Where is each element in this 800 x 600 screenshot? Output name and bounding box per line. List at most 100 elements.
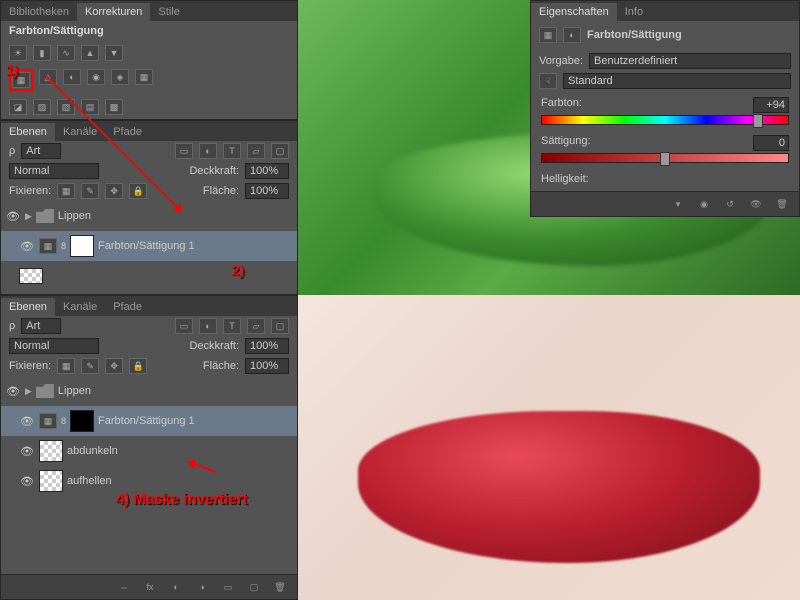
link-icon[interactable]: 8 (61, 241, 66, 251)
threshold-icon[interactable]: ▧ (57, 99, 75, 115)
link-icon-b[interactable]: 8 (61, 416, 66, 426)
visibility-toggle-b3[interactable]: 👁 (19, 445, 35, 458)
opacity-value[interactable]: 100% (245, 163, 289, 179)
filter-smart-icon[interactable]: ▢ (271, 143, 289, 159)
vibrance-icon[interactable]: ▼ (105, 45, 123, 61)
layer-abdunkeln[interactable]: 👁 abdunkeln (1, 436, 297, 466)
visibility-toggle-b2[interactable]: 👁 (19, 415, 35, 428)
brightness-icon[interactable]: ☀ (9, 45, 27, 61)
filter-adj-icon[interactable]: ◐ (199, 143, 217, 159)
hue-value[interactable]: +94 (753, 97, 789, 113)
visibility-icon[interactable]: 👁 (747, 196, 765, 212)
group-expand-icon[interactable]: ▶ (25, 211, 32, 222)
fill-value-b[interactable]: 100% (245, 358, 289, 374)
trash-icon-b[interactable]: 🗑 (271, 579, 289, 595)
layer-hue-sat[interactable]: 👁 ▦ 8 Farbton/Sättigung 1 (1, 231, 297, 261)
bw-icon[interactable]: ◐ (63, 69, 81, 85)
layer-name-b: Lippen (58, 385, 91, 397)
hue-label: Farbton: (541, 97, 582, 113)
layer-hue-sat-b[interactable]: 👁 ▦ 8 Farbton/Sättigung 1 (1, 406, 297, 436)
reset-icon[interactable]: ↺ (721, 196, 739, 212)
tab-bibliotheken[interactable]: Bibliotheken (1, 3, 77, 21)
lock-paint-icon[interactable]: ✎ (81, 183, 99, 199)
tab-korrekturen[interactable]: Korrekturen (77, 3, 150, 21)
fill-value[interactable]: 100% (245, 183, 289, 199)
clip-icon[interactable]: ▾ (669, 196, 687, 212)
lock-trans-icon[interactable]: ▦ (57, 183, 75, 199)
saturation-handle[interactable] (660, 152, 670, 166)
layer-extra[interactable] (1, 261, 297, 291)
opacity-value-b[interactable]: 100% (245, 338, 289, 354)
visibility-toggle-b4[interactable]: 👁 (19, 475, 35, 488)
layers-tabs-top: Ebenen Kanäle Pfade (1, 121, 297, 141)
filter-img-icon-b[interactable]: ▭ (175, 318, 193, 334)
tab-pfade[interactable]: Pfade (105, 123, 150, 141)
selective-color-icon[interactable]: ▩ (105, 99, 123, 115)
tab-kanaele-b[interactable]: Kanäle (55, 298, 105, 316)
levels-icon[interactable]: ▮ (33, 45, 51, 61)
layer-group-lippen[interactable]: 👁 ▶ Lippen (1, 201, 297, 231)
invert-icon[interactable]: ◪ (9, 99, 27, 115)
mask-add-icon[interactable]: ◐ (167, 579, 185, 595)
tab-kanaele[interactable]: Kanäle (55, 123, 105, 141)
tab-info[interactable]: Info (617, 3, 651, 21)
range-select[interactable]: Standard (563, 73, 791, 89)
lock-pos-icon[interactable]: ✥ (105, 183, 123, 199)
hue-slider[interactable] (541, 115, 789, 125)
posterize-icon[interactable]: ▨ (33, 99, 51, 115)
exposure-icon[interactable]: ▲ (81, 45, 99, 61)
group-expand-icon-b[interactable]: ▶ (25, 386, 32, 397)
filter-kind-select[interactable]: Art (21, 143, 61, 159)
color-lookup-icon[interactable]: ▦ (135, 69, 153, 85)
channel-mixer-icon[interactable]: ◈ (111, 69, 129, 85)
gradient-map-icon[interactable]: ▤ (81, 99, 99, 115)
saturation-value[interactable]: 0 (753, 135, 789, 151)
layer-group-lippen-b[interactable]: 👁 ▶ Lippen (1, 376, 297, 406)
filter-kind-select-b[interactable]: Art (21, 318, 61, 334)
lock-all-icon-b[interactable]: 🔒 (129, 358, 147, 374)
adjustment-thumb-icon-b[interactable]: ▦ (39, 413, 57, 429)
filter-type-icon-b[interactable]: T (223, 318, 241, 334)
visibility-toggle[interactable]: 👁 (5, 210, 21, 223)
tab-ebenen[interactable]: Ebenen (1, 123, 55, 141)
fx-icon[interactable]: fx (141, 579, 159, 595)
mask-thumb-white[interactable] (70, 235, 94, 257)
lock-trans-icon-b[interactable]: ▦ (57, 358, 75, 374)
filter-shape-icon-b[interactable]: ▱ (247, 318, 265, 334)
lock-all-icon[interactable]: 🔒 (129, 183, 147, 199)
filter-shape-icon[interactable]: ▱ (247, 143, 265, 159)
curves-icon[interactable]: ∿ (57, 45, 75, 61)
blend-mode-select[interactable]: Normal (9, 163, 99, 179)
blend-mode-select-b[interactable]: Normal (9, 338, 99, 354)
link-layers-icon[interactable]: ⇔ (115, 579, 133, 595)
group-add-icon[interactable]: ▭ (219, 579, 237, 595)
tab-pfade-b[interactable]: Pfade (105, 298, 150, 316)
filter-type-icon[interactable]: T (223, 143, 241, 159)
new-layer-icon[interactable]: ▢ (245, 579, 263, 595)
layer-thumb-check2[interactable] (39, 470, 63, 492)
adj-add-icon[interactable]: ◑ (193, 579, 211, 595)
tab-stile[interactable]: Stile (150, 3, 187, 21)
lock-paint-icon-b[interactable]: ✎ (81, 358, 99, 374)
tab-eigenschaften[interactable]: Eigenschaften (531, 3, 617, 21)
filter-adj-icon-b[interactable]: ◐ (199, 318, 217, 334)
trash-icon[interactable]: 🗑 (773, 196, 791, 212)
preset-select[interactable]: Benutzerdefiniert (589, 53, 791, 69)
mask-thumb-black[interactable] (70, 410, 94, 432)
tab-ebenen-b[interactable]: Ebenen (1, 298, 55, 316)
filter-img-icon[interactable]: ▭ (175, 143, 193, 159)
layer-aufhellen[interactable]: 👁 aufhellen (1, 466, 297, 496)
targeted-adjust-icon[interactable]: ☟ (539, 73, 557, 89)
hue-handle[interactable] (753, 114, 763, 128)
color-balance-icon[interactable]: △ (39, 69, 57, 85)
visibility-toggle[interactable]: 👁 (19, 240, 35, 253)
photo-filter-icon[interactable]: ◉ (87, 69, 105, 85)
layer-thumb-check[interactable] (39, 440, 63, 462)
adjustment-thumb-icon[interactable]: ▦ (39, 238, 57, 254)
filter-smart-icon-b[interactable]: ▢ (271, 318, 289, 334)
hue-saturation-icon[interactable]: ▦ (12, 72, 30, 88)
saturation-slider[interactable] (541, 153, 789, 163)
prev-state-icon[interactable]: ◉ (695, 196, 713, 212)
lock-pos-icon-b[interactable]: ✥ (105, 358, 123, 374)
visibility-toggle-b[interactable]: 👁 (5, 385, 21, 398)
